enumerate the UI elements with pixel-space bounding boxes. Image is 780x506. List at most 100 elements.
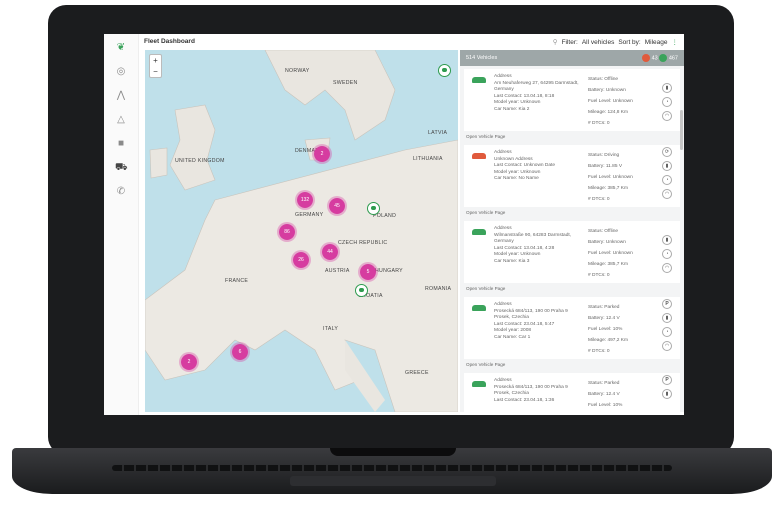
status: Status: Offline — [588, 77, 619, 82]
open-vehicle-link[interactable]: Open Vehicle Page — [466, 362, 678, 370]
fuel-level: Fuel Level: Unknown — [588, 251, 633, 256]
address: Wilmanstraße 90, 64283 Darmstadt, German… — [494, 232, 572, 245]
car-name: Car Name: Kia 3 — [494, 258, 530, 264]
dtcs: # DTCs: 0 — [588, 273, 610, 278]
more-icon[interactable]: ⋮ — [672, 38, 679, 46]
country-label: SWEDEN — [333, 80, 358, 86]
vehicle-list-panel: 514 Vehicles 43 467 Address Am Neuhaferw… — [460, 50, 684, 412]
vehicle-marker[interactable] — [438, 64, 451, 77]
screen: ❦ ◎ ⋀ △ ■ ⛟ ✆ Fleet Dashboard ⚲ Filter: … — [104, 34, 684, 415]
map-cluster[interactable]: 86 — [277, 222, 297, 242]
battery: Battery: 12.4 V — [588, 392, 620, 397]
mileage: Mileage: 497,2 Km — [588, 338, 628, 343]
dtcs: # DTCs: 0 — [588, 349, 610, 354]
status: Status: Parked — [588, 381, 620, 386]
country-label: FRANCE — [225, 278, 249, 284]
battery: Battery: Unknown — [588, 88, 626, 93]
driving-icon: ⟳ — [662, 147, 672, 157]
country-label: LATVIA — [428, 130, 448, 136]
fuel-level: Fuel Level: 10% — [588, 403, 623, 408]
vehicle-marker[interactable] — [367, 202, 380, 215]
map-cluster[interactable]: 2 — [179, 352, 199, 372]
leaf-logo-icon[interactable]: ❦ — [115, 42, 127, 54]
battery: Battery: 11.85 V — [588, 164, 623, 169]
battery-icon: ▮ — [662, 313, 672, 323]
road-icon[interactable]: ⋀ — [115, 90, 127, 102]
gauge-icon: ◠ — [662, 341, 672, 351]
vehicle-card[interactable]: Address Prosecká 684/113, 190 00 Praha 9… — [464, 373, 680, 412]
pin-icon[interactable]: ⚲ — [553, 38, 558, 46]
car-icon — [472, 381, 486, 387]
country-label: UNITED KINGDOM — [175, 158, 225, 164]
country-label: GERMANY — [295, 212, 324, 218]
map-cluster[interactable]: 44 — [320, 242, 340, 262]
fuel-level: Fuel Level: Unknown — [588, 99, 633, 104]
fuel-level: Fuel Level: 10% — [588, 327, 623, 332]
vehicle-marker[interactable] — [355, 284, 368, 297]
online-icon — [659, 54, 668, 62]
map-cluster[interactable]: 26 — [291, 250, 311, 270]
sidebar: ❦ ◎ ⋀ △ ■ ⛟ ✆ — [104, 34, 139, 415]
sort-label: Sort by: — [618, 38, 641, 46]
car-name: Car Name: No Name — [494, 176, 539, 181]
vehicle-card[interactable]: Address Wilmanstraße 90, 64283 Darmstadt… — [464, 221, 680, 283]
address: Prosecká 684/113, 190 00 Praha 9 Prosek,… — [494, 384, 568, 397]
cube-icon[interactable]: ■ — [115, 138, 127, 150]
fuel-icon: ◔ — [662, 175, 672, 185]
gauge-icon: ◠ — [662, 263, 672, 273]
car-icon — [472, 229, 486, 235]
phone-icon[interactable]: ✆ — [115, 186, 127, 198]
alert-icon[interactable]: △ — [115, 114, 127, 126]
country-label: GREECE — [405, 370, 429, 376]
dtcs: # DTCs: 0 — [588, 121, 610, 126]
country-label: ROMANIA — [425, 286, 452, 292]
vehicle-card[interactable]: Address Prosecká 684/113, 190 00 Praha 9… — [464, 297, 680, 359]
status: Status: Driving — [588, 153, 620, 158]
mileage: Mileage: 385,7 Km — [588, 262, 628, 267]
battery-icon: ▮ — [662, 83, 672, 93]
map-cluster[interactable]: 132 — [295, 190, 315, 210]
zoom-control: + − — [149, 54, 162, 78]
open-vehicle-link[interactable]: Open Vehicle Page — [466, 210, 678, 218]
address: Prosecká 684/113, 190 00 Praha 9 Prosek,… — [494, 308, 568, 321]
status: Status: Offline — [588, 229, 619, 234]
status: Status: Parked — [588, 305, 620, 310]
vehicle-card[interactable]: Address Am Neuhaferweg 27, 64295 Darmsta… — [464, 69, 680, 131]
zoom-out-button[interactable]: − — [150, 66, 161, 77]
map-cluster[interactable]: 6 — [230, 342, 250, 362]
laptop-base — [12, 448, 772, 494]
sort-dropdown[interactable]: Mileage — [645, 39, 668, 46]
map-cluster[interactable]: 2 — [312, 144, 332, 164]
scrollbar-thumb[interactable] — [680, 110, 683, 150]
page-title: Fleet Dashboard — [144, 38, 195, 45]
dashboard-icon[interactable]: ◎ — [115, 66, 127, 78]
map-cluster[interactable]: 45 — [327, 196, 347, 216]
country-label: NORWAY — [285, 68, 310, 74]
country-label: HUNGARY — [375, 268, 403, 274]
car-icon[interactable]: ⛟ — [115, 162, 128, 174]
battery-icon: ▮ — [662, 389, 672, 399]
mileage: Mileage: 124,8 Km — [588, 110, 628, 115]
fuel-icon: ◔ — [662, 249, 672, 259]
battery-icon: ▮ — [662, 161, 672, 171]
country-label: ITALY — [323, 326, 339, 332]
vehicle-card[interactable]: Address Unknown Address Last Contact: Un… — [464, 145, 680, 207]
map-cluster[interactable]: 5 — [358, 262, 378, 282]
gauge-icon: ◠ — [662, 189, 672, 199]
battery-icon: ▮ — [662, 235, 672, 245]
battery: Battery: 12.4 V — [588, 316, 620, 321]
car-name: Car Name: Kia 2 — [494, 106, 530, 112]
open-vehicle-link[interactable]: Open Vehicle Page — [466, 286, 678, 294]
zoom-in-button[interactable]: + — [150, 55, 161, 66]
fuel-icon: ◔ — [662, 97, 672, 107]
map-view[interactable]: + − NORWAY SWEDEN UNITED KINGDOM DENMARK… — [145, 50, 458, 412]
open-vehicle-link[interactable]: Open Vehicle Page — [466, 134, 678, 142]
vehicle-count: 514 Vehicles — [466, 55, 498, 61]
filter-dropdown[interactable]: All vehicles — [582, 39, 615, 46]
gauge-icon: ◠ — [662, 111, 672, 121]
online-count: 467 — [668, 55, 678, 62]
car-icon — [472, 77, 486, 83]
battery: Battery: Unknown — [588, 240, 626, 245]
car-icon — [472, 305, 486, 311]
country-label: CZECH REPUBLIC — [338, 240, 388, 246]
